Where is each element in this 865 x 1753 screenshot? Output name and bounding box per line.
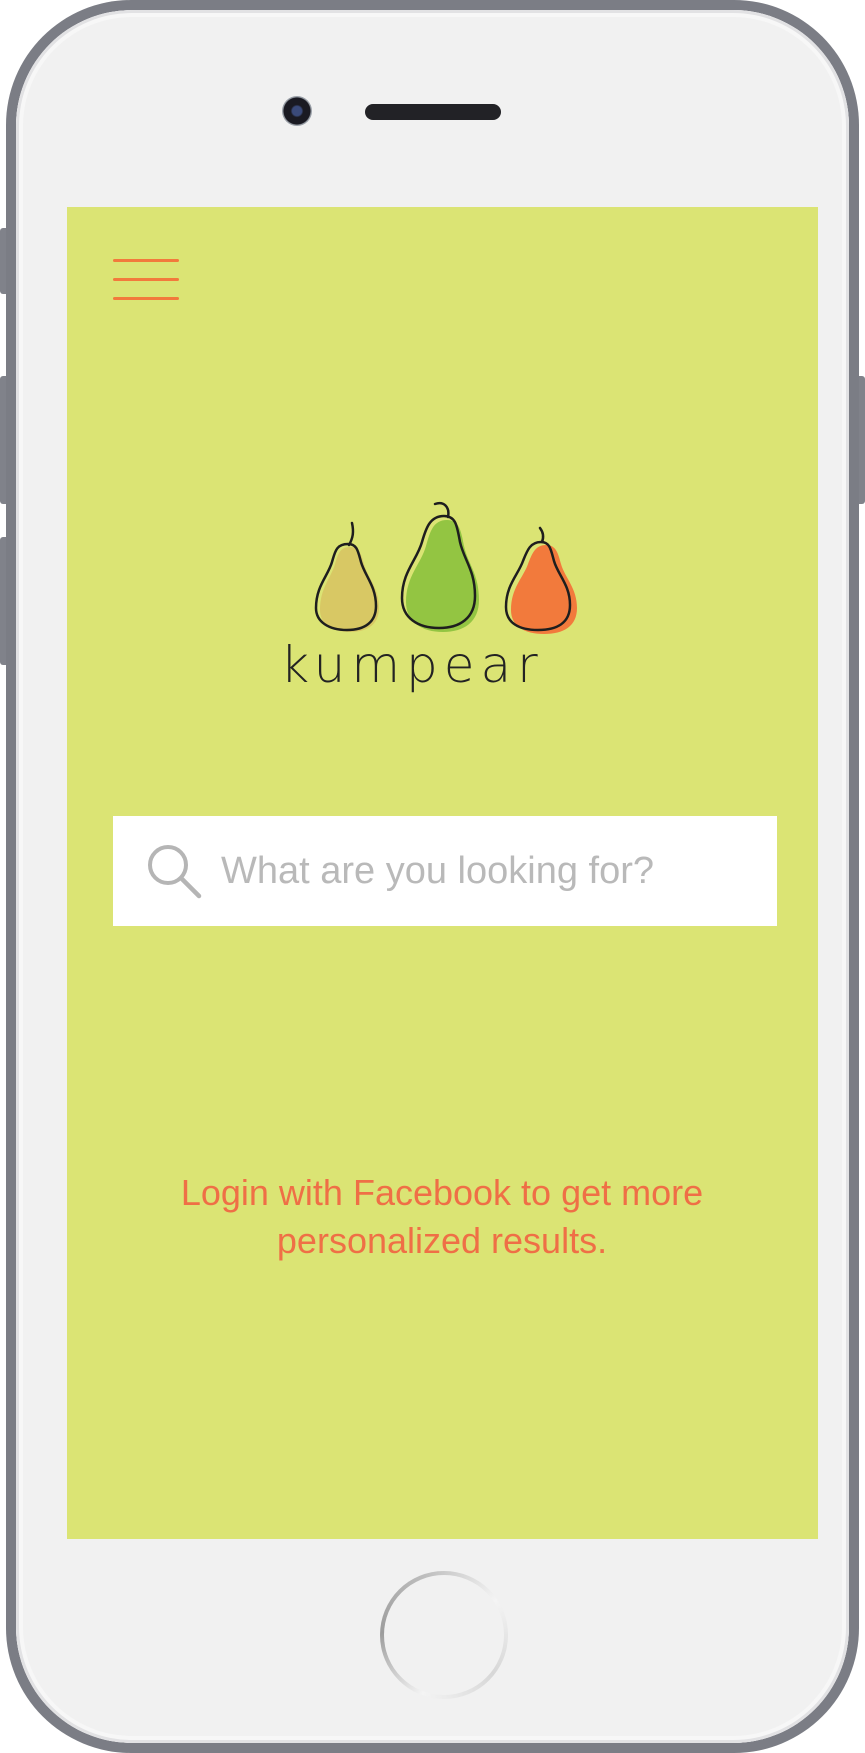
device-frame: kumpear Login with Facebook to get more …: [0, 0, 865, 1753]
login-prompt-line-2: personalized results.: [276, 1220, 608, 1261]
phone-body: kumpear Login with Facebook to get more …: [6, 0, 859, 1753]
front-camera: [282, 96, 312, 126]
login-prompt-line-1: Login with Facebook to get more: [180, 1172, 704, 1213]
brand-name: kumpear: [280, 636, 544, 694]
hamburger-menu-icon[interactable]: [113, 259, 179, 303]
app-screen: kumpear Login with Facebook to get more …: [67, 207, 818, 1539]
menu-line: [113, 278, 179, 281]
menu-line: [113, 297, 179, 300]
menu-line: [113, 259, 179, 262]
search-bar[interactable]: [113, 816, 777, 926]
phone-face: kumpear Login with Facebook to get more …: [16, 10, 849, 1743]
home-button[interactable]: [380, 1571, 508, 1699]
facebook-login-link[interactable]: Login with Facebook to get more personal…: [107, 1169, 777, 1265]
search-input[interactable]: [221, 849, 741, 893]
earpiece-speaker: [365, 104, 501, 120]
search-icon[interactable]: [145, 842, 203, 900]
yellow-pear-icon: [320, 547, 379, 632]
pear-logo-icon: [314, 502, 577, 634]
